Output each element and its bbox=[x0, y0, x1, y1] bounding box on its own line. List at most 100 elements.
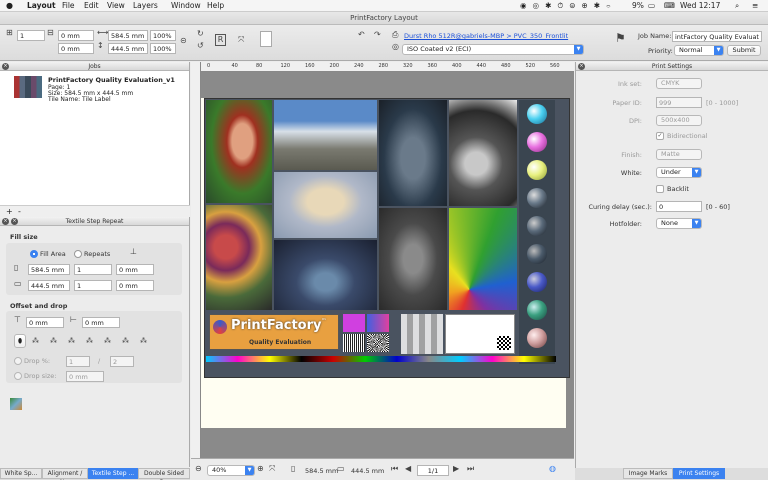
tab-white-spot[interactable]: White Sp... bbox=[0, 468, 42, 479]
zoom-select[interactable]: 40% ▼ bbox=[207, 465, 255, 476]
menu-view[interactable]: View bbox=[107, 1, 125, 10]
fill-width-repeat-field[interactable] bbox=[74, 264, 112, 275]
menu-edit[interactable]: Edit bbox=[84, 1, 99, 10]
pattern-mirror-flip-icon[interactable]: ⁂ bbox=[140, 336, 147, 346]
jobs-title: Jobs bbox=[88, 63, 101, 70]
app-menu[interactable]: Layout bbox=[27, 1, 56, 10]
drop-size-radio[interactable] bbox=[14, 372, 22, 380]
prev-page-icon[interactable]: ◀ bbox=[405, 464, 411, 474]
pattern-rotate-icon[interactable]: ⁂ bbox=[122, 336, 129, 346]
zoom-in-icon[interactable]: ⊕ bbox=[257, 464, 264, 474]
scale-height-field[interactable] bbox=[150, 43, 176, 54]
repeats-radio[interactable] bbox=[74, 250, 82, 258]
ruler-tick-label: 560 bbox=[550, 63, 560, 69]
fit-icon[interactable]: ⤧ bbox=[238, 35, 244, 45]
curing-delay-field[interactable] bbox=[656, 201, 702, 212]
menu-file[interactable]: File bbox=[62, 1, 75, 10]
dpi-select[interactable]: 500x400 bbox=[656, 115, 702, 126]
drop-size-field[interactable] bbox=[66, 371, 104, 382]
drop-percent-radio[interactable] bbox=[14, 357, 22, 365]
apple-menu-icon[interactable]: ● bbox=[6, 1, 13, 10]
bidirectional-checkbox[interactable]: ✓ bbox=[656, 132, 664, 140]
undo-icon[interactable]: ↶ bbox=[358, 30, 365, 40]
zoom-out-icon[interactable]: ⊖ bbox=[195, 464, 202, 474]
fill-height-gap-field[interactable] bbox=[116, 280, 154, 291]
curing-delay-label: Curing delay (sec.): bbox=[588, 203, 652, 211]
ruler-tick-label: 160 bbox=[305, 63, 315, 69]
offset-x-icon: ⊤ bbox=[14, 315, 21, 324]
fill-height-field[interactable] bbox=[28, 280, 70, 291]
tab-alignment[interactable]: Alignment / N... bbox=[42, 468, 88, 480]
menu-window[interactable]: Window bbox=[171, 1, 201, 10]
fill-width-field[interactable] bbox=[28, 264, 70, 275]
page-icon[interactable] bbox=[260, 31, 272, 47]
fill-size-label: Fill size bbox=[10, 233, 38, 241]
rotate-cw-icon[interactable]: ↻ bbox=[197, 29, 204, 39]
y-offset-field[interactable] bbox=[58, 30, 94, 41]
close-icon[interactable]: × bbox=[2, 218, 9, 225]
add-job-button[interactable]: + bbox=[6, 207, 13, 216]
pattern-mirror-icon[interactable]: ⁂ bbox=[86, 336, 93, 346]
hotfolder-select[interactable]: None ▼ bbox=[656, 218, 702, 229]
tab-textile-step[interactable]: Textile Step ... bbox=[88, 468, 138, 479]
menu-help[interactable]: Help bbox=[207, 1, 224, 10]
tab-image-marks[interactable]: Image Marks bbox=[623, 468, 673, 479]
mirror-icon[interactable]: R bbox=[215, 34, 226, 46]
pattern-half-drop-icon[interactable]: ⁂ bbox=[32, 336, 39, 346]
width-field[interactable] bbox=[108, 30, 148, 41]
job-item[interactable]: PrintFactory Quality Evaluation_v1 Page:… bbox=[2, 73, 188, 109]
fruit-bowl bbox=[206, 205, 272, 310]
redo-icon[interactable]: ↷ bbox=[374, 30, 381, 40]
tab-print-settings[interactable]: Print Settings bbox=[673, 468, 725, 479]
search-icon[interactable]: ⌕ bbox=[735, 1, 739, 11]
geyser-landscape bbox=[274, 100, 377, 170]
pattern-brick-icon[interactable]: ⁂ bbox=[50, 336, 57, 346]
close-icon[interactable]: × bbox=[2, 63, 9, 70]
link-icon[interactable]: ⊝ bbox=[180, 36, 187, 46]
submit-button[interactable]: Submit bbox=[727, 45, 761, 56]
fill-height-repeat-field[interactable] bbox=[74, 280, 112, 291]
status-width: 584.5 mm bbox=[305, 467, 339, 475]
tab-double-sided[interactable]: Double Sided P... bbox=[138, 468, 190, 480]
scale-width-field[interactable] bbox=[150, 30, 176, 41]
ink-set-value: CMYK bbox=[661, 79, 680, 87]
fill-area-radio[interactable] bbox=[30, 250, 38, 258]
profile-select[interactable]: ISO Coated v2 (ECI) ▼ bbox=[402, 44, 584, 55]
fine-lines-patch bbox=[343, 334, 365, 352]
globe-icon[interactable]: ◍ bbox=[549, 464, 556, 474]
remove-job-button[interactable]: - bbox=[18, 207, 21, 216]
drop-of-field[interactable] bbox=[110, 356, 134, 367]
backlit-checkbox[interactable] bbox=[656, 185, 664, 193]
fit-page-icon[interactable]: ⤧ bbox=[269, 464, 275, 474]
ink-set-select[interactable]: CMYK bbox=[656, 78, 702, 89]
rotate-ccw-icon[interactable]: ↺ bbox=[197, 41, 204, 51]
next-page-icon[interactable]: ▶ bbox=[453, 464, 459, 474]
job-name-field[interactable] bbox=[672, 31, 762, 42]
fill-width-gap-field[interactable] bbox=[116, 264, 154, 275]
close-icon[interactable]: × bbox=[578, 63, 585, 70]
page-field[interactable] bbox=[417, 465, 449, 476]
last-page-icon[interactable]: ⏭ bbox=[467, 464, 474, 474]
pattern-basic-button[interactable]: ⬮ bbox=[14, 334, 26, 348]
offset-x-field[interactable] bbox=[26, 317, 64, 328]
canvas-area[interactable]: 0 40 80 120 160 200 240 280 320 360 400 440 480 520 56… bbox=[191, 62, 574, 458]
first-page-icon[interactable]: ⏮ bbox=[391, 464, 398, 474]
close-icon[interactable]: × bbox=[11, 218, 18, 225]
drop-percent-field[interactable] bbox=[66, 356, 90, 367]
x-field[interactable] bbox=[17, 30, 45, 41]
menu-layers[interactable]: Layers bbox=[133, 1, 158, 10]
x-offset-field[interactable] bbox=[58, 43, 94, 54]
color-bar-strip bbox=[206, 356, 556, 362]
anchor-icon[interactable]: ⊥ bbox=[130, 247, 137, 257]
height-field[interactable] bbox=[108, 43, 148, 54]
offset-y-field[interactable] bbox=[82, 317, 120, 328]
repeats-label: Repeats bbox=[84, 250, 111, 258]
paper-id-field[interactable] bbox=[656, 97, 702, 108]
white-select[interactable]: Under ▼ bbox=[656, 167, 702, 178]
priority-select[interactable]: Normal ▼ bbox=[674, 45, 724, 56]
finish-select[interactable]: Matte bbox=[656, 149, 702, 160]
pattern-flip-icon[interactable]: ⁂ bbox=[104, 336, 111, 346]
printer-link[interactable]: Durst Rho 512R@gabriels-MBP > PVC_350_Fr… bbox=[404, 32, 568, 40]
pattern-half-brick-icon[interactable]: ⁂ bbox=[68, 336, 75, 346]
menu-list-icon[interactable]: ≡ bbox=[752, 1, 758, 10]
